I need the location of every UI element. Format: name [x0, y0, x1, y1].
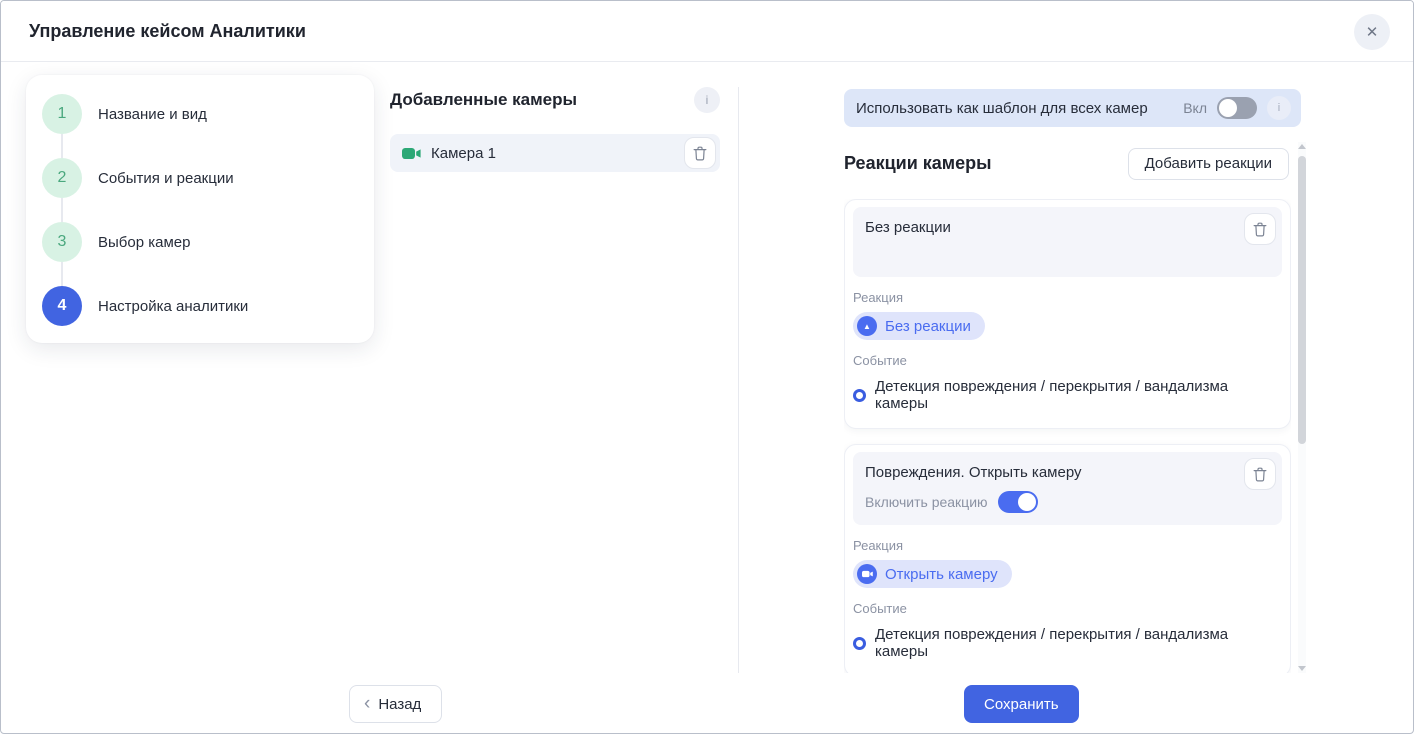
dialog-header: Управление кейсом Аналитики: [1, 1, 1413, 62]
trash-icon: [1253, 222, 1267, 237]
stepper-step-1[interactable]: 1 Название и вид: [42, 94, 358, 134]
back-button[interactable]: ‹ Назад: [349, 685, 443, 723]
step-label: Настройка аналитики: [98, 297, 249, 315]
added-cameras-section: Добавленные камеры i Камера 1: [390, 87, 720, 172]
scrollbar-thumb[interactable]: [1298, 156, 1306, 444]
stepper-step-2[interactable]: 2 События и реакции: [42, 158, 358, 198]
delete-reaction-button[interactable]: [1244, 213, 1276, 245]
reaction-card-title: Без реакции: [865, 219, 951, 236]
event-row: Детекция повреждения / перекрытия / ванд…: [853, 626, 1282, 660]
manage-case-dialog: Управление кейсом Аналитики ✕ 1 Название…: [0, 0, 1414, 734]
stepper-step-4-active[interactable]: 4 Настройка аналитики: [42, 286, 358, 326]
reaction-chip[interactable]: ▲ Без реакции: [853, 312, 985, 340]
reaction-card-header: Повреждения. Открыть камеру Включить реа…: [853, 452, 1282, 525]
step-number-badge: 2: [42, 158, 82, 198]
scrollbar-up-arrow[interactable]: [1298, 144, 1306, 149]
alert-triangle-icon: ▲: [857, 316, 877, 336]
toggle-knob: [1017, 493, 1036, 511]
enable-reaction-toggle[interactable]: [997, 491, 1038, 513]
reactions-list: Без реакции Реакция ▲ Без реакции Событи…: [844, 199, 1291, 673]
reaction-card: Без реакции Реакция ▲ Без реакции Событи…: [844, 199, 1291, 429]
step-connector: [61, 198, 63, 222]
reaction-chip[interactable]: Открыть камеру: [853, 560, 1012, 588]
reaction-chip-label: Без реакции: [885, 317, 971, 335]
step-connector: [61, 134, 63, 158]
toggle-knob: [1219, 99, 1237, 117]
camera-icon: [857, 564, 877, 584]
event-text: Детекция повреждения / перекрытия / ванд…: [875, 378, 1229, 412]
close-icon: ✕: [1365, 24, 1379, 41]
delete-reaction-button[interactable]: [1244, 458, 1276, 490]
reactions-title: Реакции камеры: [844, 153, 992, 173]
step-label: Название и вид: [98, 105, 207, 123]
column-divider: [738, 87, 739, 673]
reactions-panel-header: Реакции камеры Добавить реакции: [844, 147, 1289, 180]
reactions-scrollbar[interactable]: [1298, 142, 1306, 673]
page-title: Управление кейсом Аналитики: [29, 20, 306, 41]
reaction-chip-label: Открыть камеру: [885, 565, 998, 583]
trash-icon: [1253, 467, 1267, 482]
template-banner: Использовать как шаблон для всех камер В…: [844, 89, 1301, 127]
delete-camera-button[interactable]: [684, 137, 716, 169]
event-ring-icon: [853, 636, 866, 650]
step-number-badge: 1: [42, 94, 82, 134]
step-connector: [61, 262, 63, 286]
info-icon[interactable]: i: [1267, 96, 1291, 120]
added-cameras-title: Добавленные камеры: [390, 90, 578, 109]
template-toggle[interactable]: [1217, 97, 1257, 119]
stepper-card: 1 Название и вид 2 События и реакции 3 В…: [26, 75, 374, 343]
event-ring-icon: [853, 388, 866, 402]
add-reactions-button[interactable]: Добавить реакции: [1127, 147, 1289, 180]
event-field-label: Событие: [853, 353, 907, 368]
back-button-label: Назад: [378, 695, 422, 713]
step-number-badge: 4: [42, 286, 82, 326]
template-toggle-label: Вкл: [1183, 100, 1207, 116]
chevron-left-icon: ‹: [364, 692, 371, 714]
info-icon[interactable]: i: [694, 87, 720, 113]
template-banner-label: Использовать как шаблон для всех камер: [856, 99, 1148, 117]
reaction-field-label: Реакция: [853, 538, 903, 553]
camera-list-item[interactable]: Камера 1: [390, 134, 720, 172]
event-field-label: Событие: [853, 601, 907, 616]
reaction-card-header: Без реакции: [853, 207, 1282, 277]
close-button[interactable]: ✕: [1354, 14, 1390, 50]
reaction-card-title: Повреждения. Открыть камеру: [865, 464, 1082, 481]
reaction-field-label: Реакция: [853, 290, 903, 305]
step-label: Выбор камер: [98, 233, 191, 251]
step-number-badge: 3: [42, 222, 82, 262]
step-label: События и реакции: [98, 169, 234, 187]
stepper-step-3[interactable]: 3 Выбор камер: [42, 222, 358, 262]
camera-icon: [402, 147, 421, 160]
enable-reaction-label: Включить реакцию: [865, 494, 988, 510]
save-button[interactable]: Сохранить: [964, 685, 1079, 723]
scrollbar-down-arrow[interactable]: [1298, 666, 1306, 671]
trash-icon: [693, 146, 707, 161]
camera-name: Камера 1: [431, 144, 496, 162]
event-row: Детекция повреждения / перекрытия / ванд…: [853, 378, 1282, 412]
event-text: Детекция повреждения / перекрытия / ванд…: [875, 626, 1229, 660]
reaction-card: Повреждения. Открыть камеру Включить реа…: [844, 444, 1291, 673]
